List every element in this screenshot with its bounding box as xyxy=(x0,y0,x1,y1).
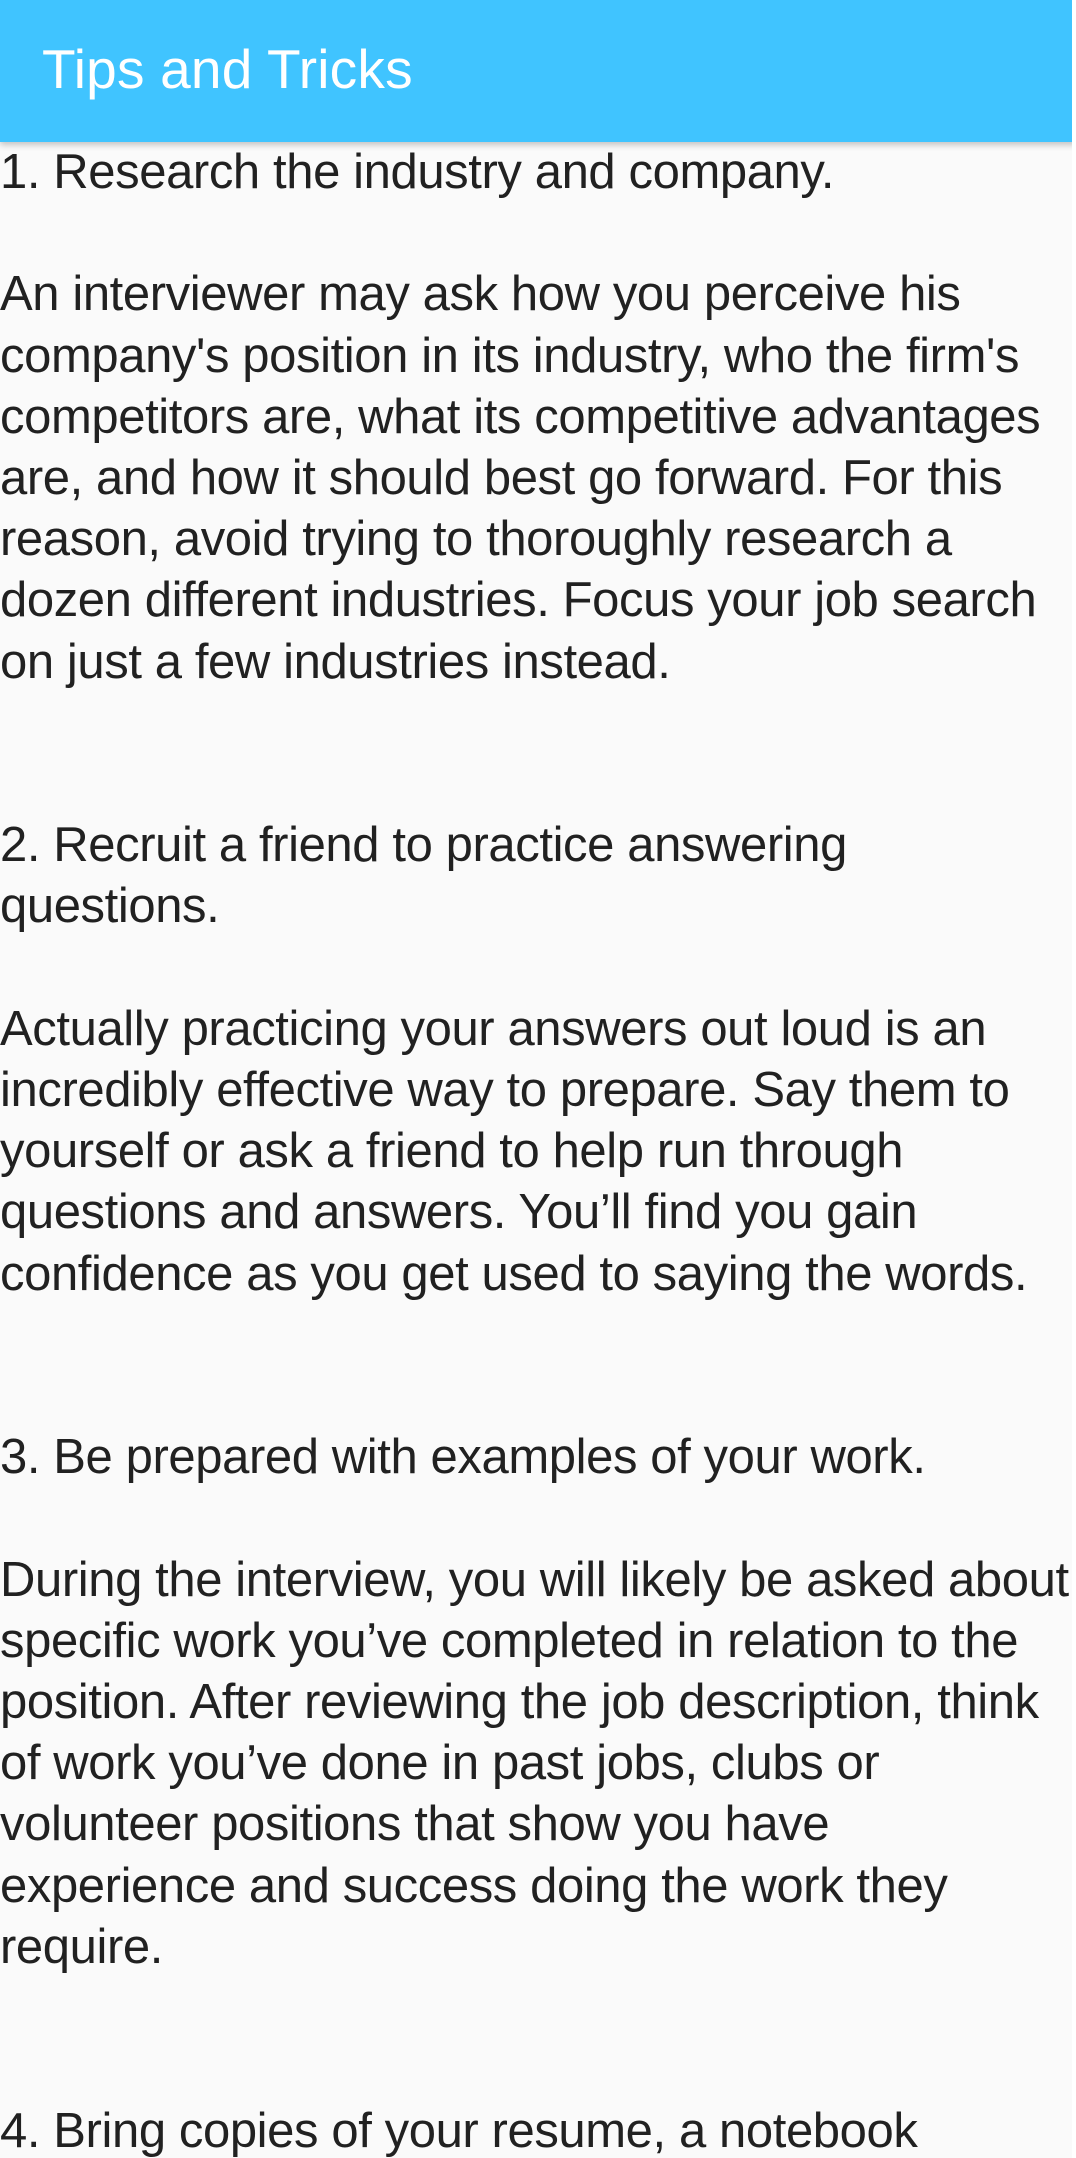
screen: Tips and Tricks 1. Research the industry… xyxy=(0,0,1076,2158)
app-bar: Tips and Tricks xyxy=(0,0,1076,142)
tips-body-text: 1. Research the industry and company. An… xyxy=(0,145,1069,2158)
tips-scroll-area[interactable]: 1. Research the industry and company. An… xyxy=(0,142,1076,2158)
tips-screen: Tips and Tricks 1. Research the industry… xyxy=(0,0,1076,2158)
page-title: Tips and Tricks xyxy=(42,38,413,100)
screen-edge xyxy=(1072,0,1076,2158)
